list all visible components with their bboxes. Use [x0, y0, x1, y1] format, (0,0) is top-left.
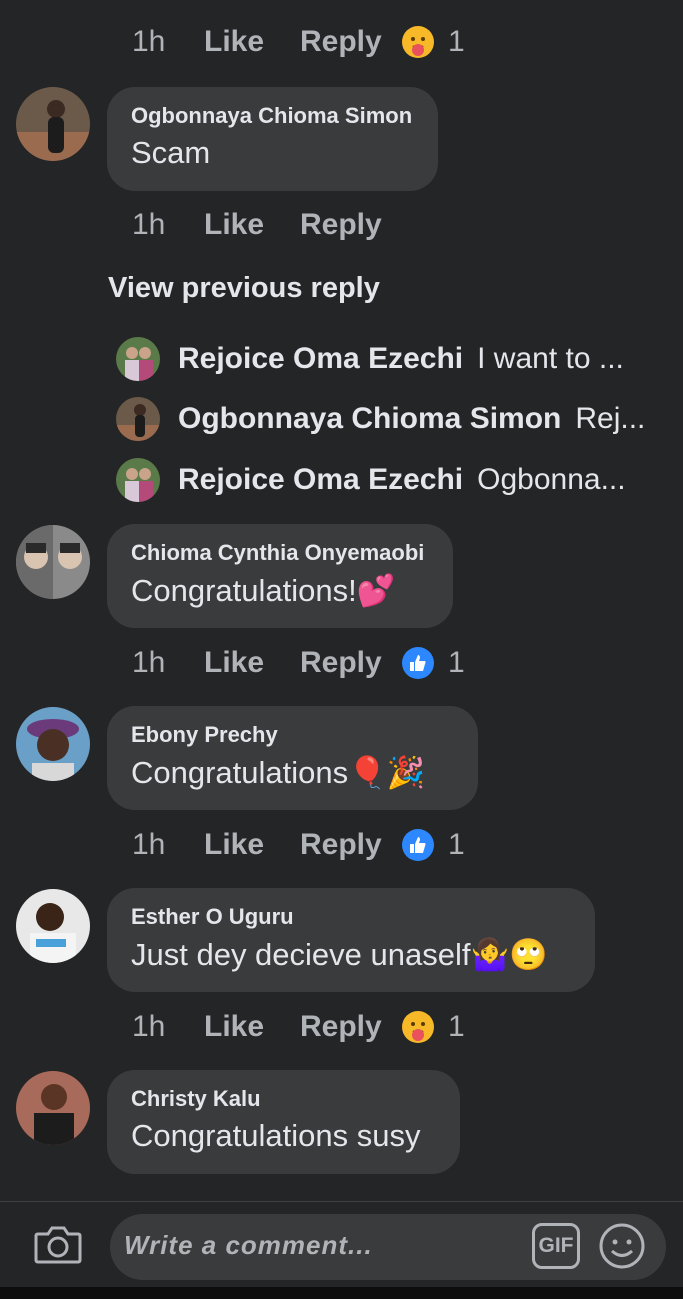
reply-author: Ogbonnaya Chioma Simon: [178, 402, 562, 435]
like-button[interactable]: Like: [204, 646, 300, 680]
reply-preview[interactable]: Rejoice Oma Ezechi Ogbonna...: [116, 457, 626, 503]
like-button[interactable]: Like: [204, 1010, 300, 1044]
like-reaction-icon: [402, 647, 434, 679]
reply-snippet: Rej...: [575, 402, 646, 435]
timestamp: 1h: [132, 828, 166, 861]
camera-icon[interactable]: [34, 1222, 82, 1266]
gif-icon[interactable]: GIF: [532, 1223, 580, 1269]
care-reaction-icon: [402, 1011, 434, 1043]
comment-input-placeholder: Write a comment...: [124, 1230, 373, 1260]
emoji: 🎈🎉: [348, 755, 426, 791]
comment-actions: 1h Like Reply: [132, 205, 402, 245]
avatar: [116, 458, 160, 502]
reply-author: Rejoice Oma Ezechi: [178, 463, 464, 496]
reply-preview[interactable]: Ogbonnaya Chioma Simon Rej...: [116, 396, 645, 442]
avatar[interactable]: [16, 525, 90, 599]
reply-button[interactable]: Reply: [300, 828, 402, 862]
comment-text: Just dey decieve unaself 🤷‍♀️🙄: [131, 936, 548, 974]
comment-text: Congratulations! 💕: [131, 572, 396, 610]
emoji: 🤷‍♀️🙄: [470, 937, 548, 973]
like-button[interactable]: Like: [204, 25, 300, 59]
comment-author[interactable]: Christy Kalu: [131, 1086, 436, 1112]
avatar[interactable]: [16, 707, 90, 781]
avatar[interactable]: [16, 1071, 90, 1145]
comment-bubble[interactable]: Ogbonnaya Chioma Simon Scam: [107, 87, 438, 191]
reaction-count: 1: [448, 1010, 465, 1043]
timestamp: 1h: [132, 25, 166, 58]
comment-actions: 1h Like Reply 1: [132, 643, 465, 683]
comment-author[interactable]: Ogbonnaya Chioma Simon: [131, 103, 414, 129]
avatar[interactable]: [16, 889, 90, 963]
smiley-icon[interactable]: [598, 1222, 646, 1270]
like-button[interactable]: Like: [204, 208, 300, 242]
reply-button[interactable]: Reply: [300, 646, 402, 680]
comment-text: Congratulations susy: [131, 1118, 421, 1153]
view-previous-reply-link[interactable]: View previous reply: [108, 272, 380, 305]
reaction-summary[interactable]: 1: [402, 646, 465, 680]
reaction-count: 1: [448, 828, 465, 861]
reply-preview[interactable]: Rejoice Oma Ezechi I want to ...: [116, 336, 624, 382]
comment-input[interactable]: Write a comment... GIF: [110, 1214, 666, 1280]
like-reaction-icon: [402, 829, 434, 861]
reply-button[interactable]: Reply: [300, 208, 402, 242]
system-nav-strip: [0, 1287, 683, 1299]
reply-snippet: I want to ...: [477, 342, 624, 375]
like-button[interactable]: Like: [204, 828, 300, 862]
reaction-summary[interactable]: 1: [402, 1010, 465, 1044]
timestamp: 1h: [132, 646, 166, 679]
comment-composer: Write a comment... GIF: [0, 1201, 683, 1299]
comment-text: Congratulations 🎈🎉: [131, 754, 426, 792]
reaction-summary[interactable]: 1: [402, 828, 465, 862]
avatar: [116, 337, 160, 381]
emoji: 💕: [356, 573, 396, 609]
comment-author[interactable]: Ebony Prechy: [131, 722, 454, 748]
avatar[interactable]: [16, 87, 90, 161]
reply-author: Rejoice Oma Ezechi: [178, 342, 464, 375]
comment-bubble[interactable]: Ebony Prechy Congratulations 🎈🎉: [107, 706, 478, 810]
care-reaction-icon: [402, 26, 434, 58]
comment-actions: 1h Like Reply 1: [132, 1007, 465, 1047]
comment-author[interactable]: Chioma Cynthia Onyemaobi: [131, 540, 429, 566]
comment-bubble[interactable]: Chioma Cynthia Onyemaobi Congratulations…: [107, 524, 453, 628]
comment-actions: 1h Like Reply 1: [132, 825, 465, 865]
comment-bubble[interactable]: Esther O Uguru Just dey decieve unaself 🤷…: [107, 888, 595, 992]
comment-actions: 1h Like Reply 1: [132, 22, 465, 62]
timestamp: 1h: [132, 1010, 166, 1043]
comment-text: Scam: [131, 135, 211, 170]
comment-author[interactable]: Esther O Uguru: [131, 904, 571, 930]
reaction-count: 1: [448, 25, 465, 58]
comment-bubble[interactable]: Christy Kalu Congratulations susy: [107, 1070, 460, 1174]
reaction-count: 1: [448, 646, 465, 679]
reaction-summary[interactable]: 1: [402, 25, 465, 59]
reply-button[interactable]: Reply: [300, 1010, 402, 1044]
avatar: [116, 397, 160, 441]
reply-snippet: Ogbonna...: [477, 463, 626, 496]
timestamp: 1h: [132, 208, 166, 241]
reply-button[interactable]: Reply: [300, 25, 402, 59]
